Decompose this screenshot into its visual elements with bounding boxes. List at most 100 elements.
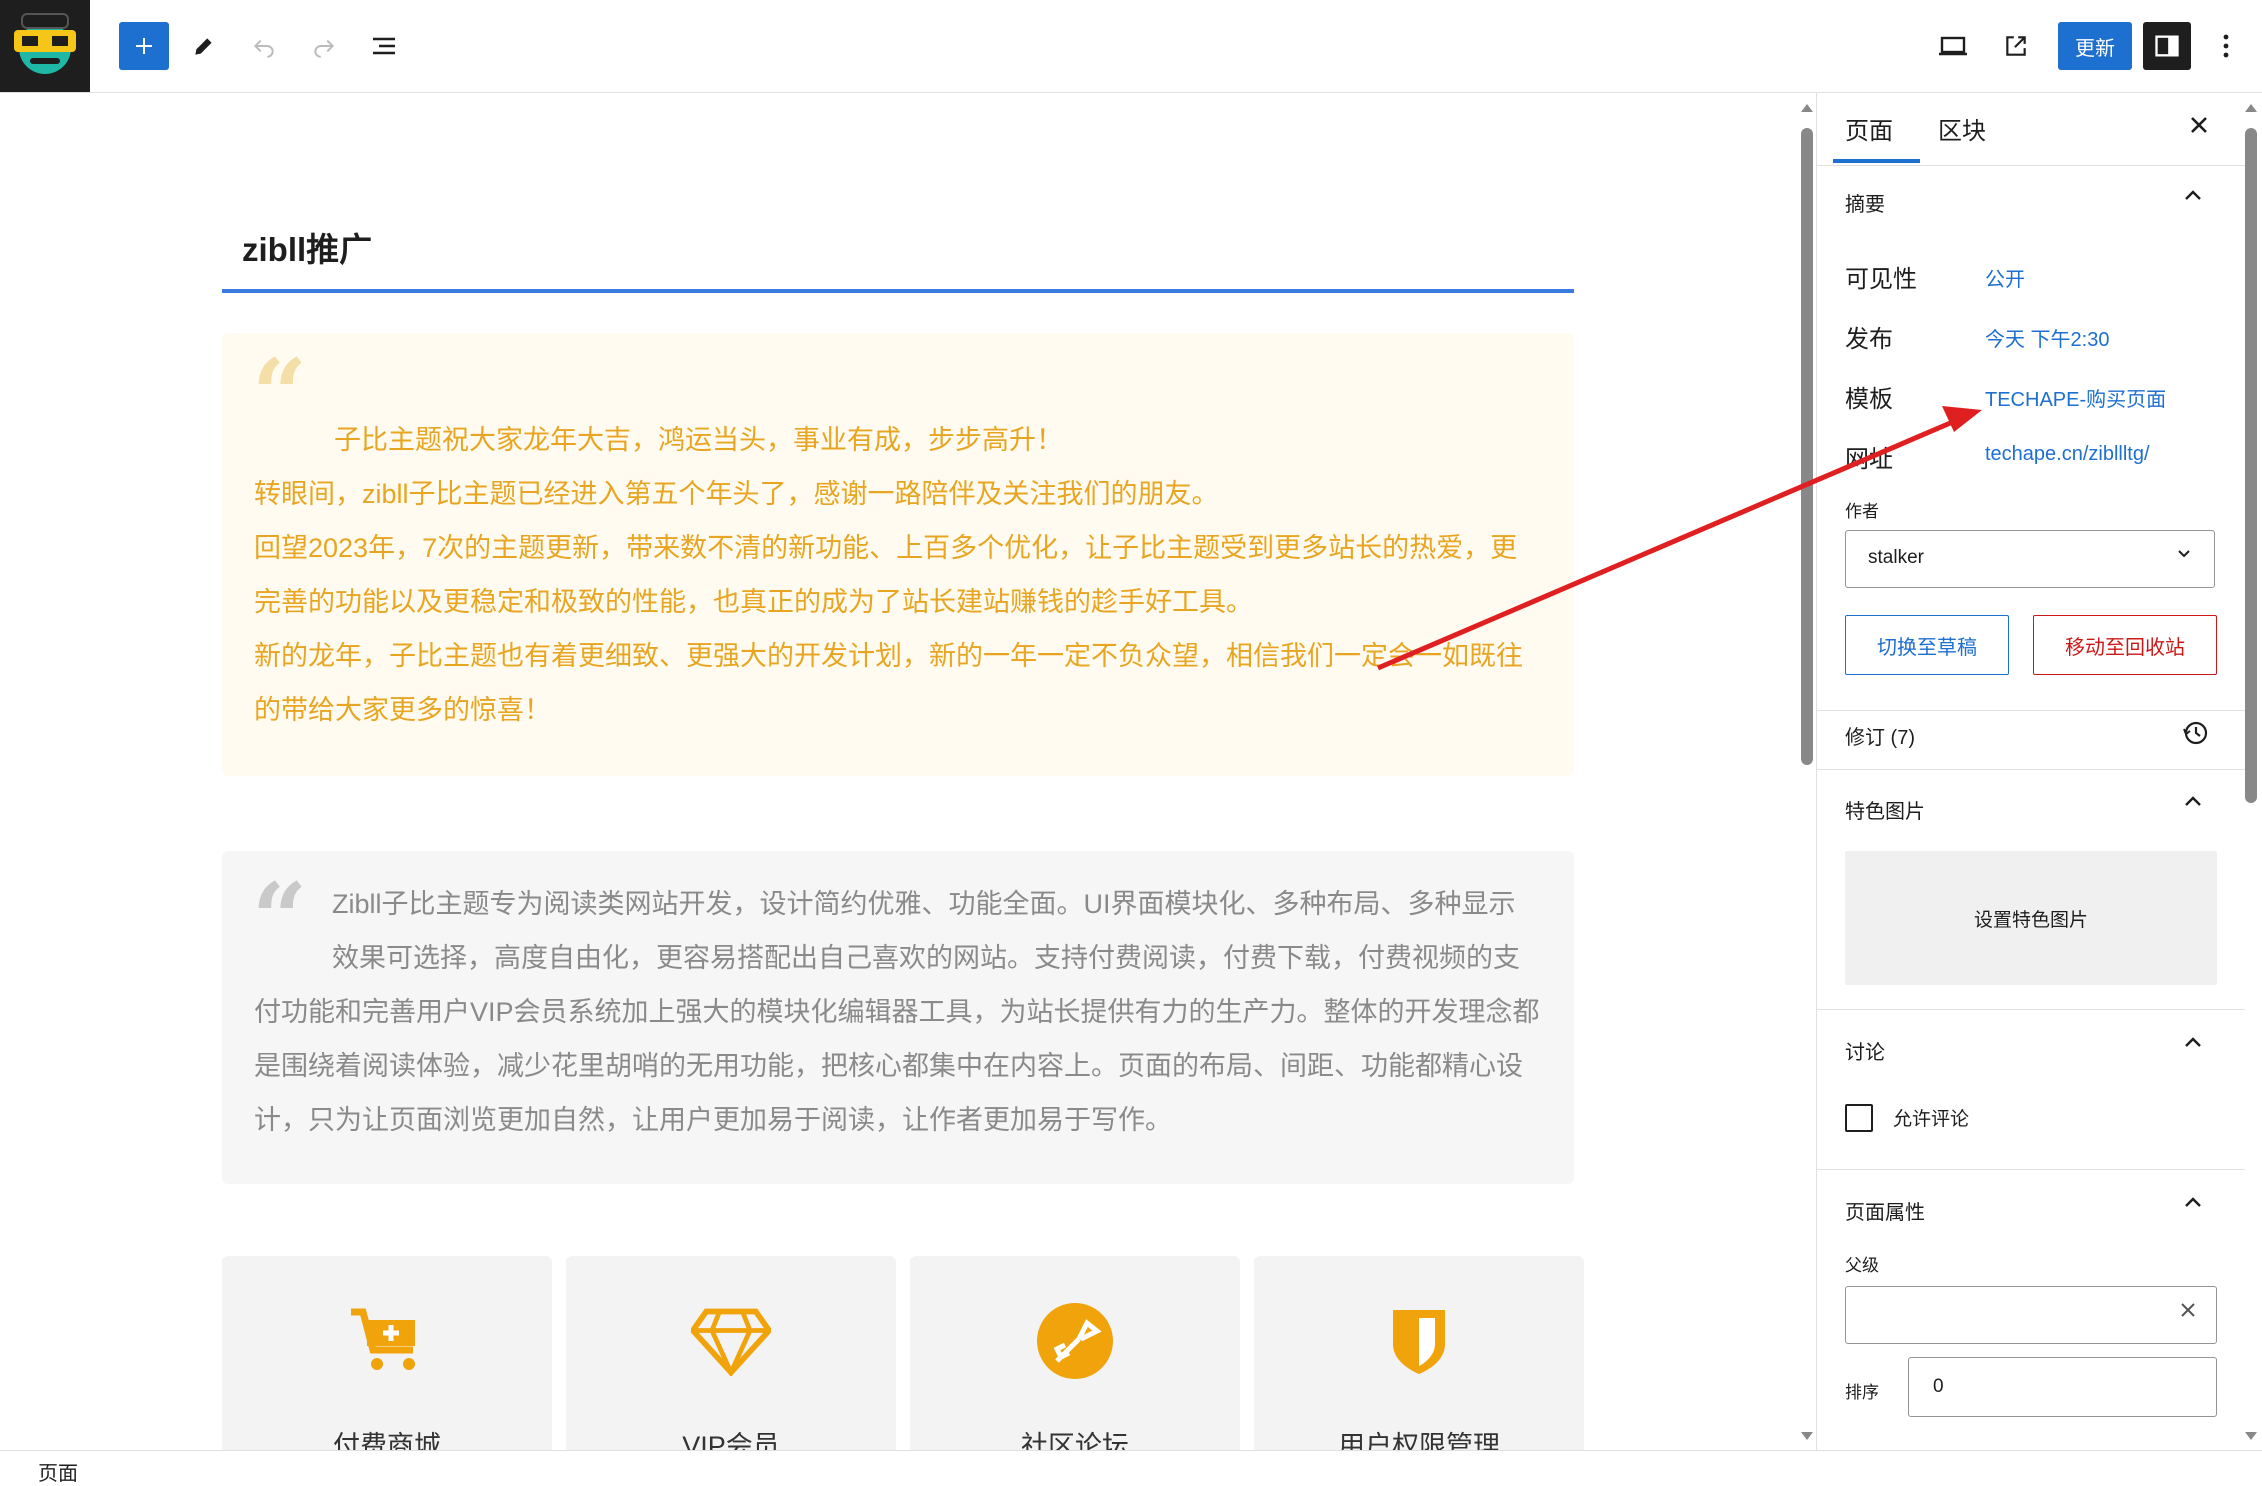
quote-line: 新的龙年，子比主题也有着更细致、更强大的开发计划，新的一年一定不负众望，相信我们… xyxy=(254,641,1523,671)
pencil-icon xyxy=(195,38,212,55)
chevron-up-icon[interactable] xyxy=(2182,1192,2204,1220)
tab-page[interactable]: 页面 xyxy=(1845,111,1893,146)
feature-card-permissions[interactable]: 用户权限管理 xyxy=(1254,1256,1584,1450)
parent-page-input[interactable] xyxy=(1845,1286,2217,1344)
allow-comments-label[interactable]: 允许评论 xyxy=(1893,1104,1969,1131)
settings-toggle-button[interactable] xyxy=(2143,22,2191,70)
url-link[interactable]: techape.cn/zibllltg/ xyxy=(1985,443,2150,466)
active-tab-indicator xyxy=(1833,159,1920,163)
author-select-value: stalker xyxy=(1868,547,1924,568)
external-link-icon xyxy=(2006,36,2026,56)
quote-line: 计，只为让页面浏览更加自然，让用户更加易于阅读，让作者更加易于写作。 xyxy=(254,1105,1172,1135)
publish-label: 发布 xyxy=(1845,326,1893,353)
diamond-icon xyxy=(691,1301,771,1381)
add-block-button[interactable] xyxy=(119,22,169,70)
summary-heading[interactable]: 摘要 xyxy=(1845,188,1885,217)
feature-card-forum[interactable]: 社区论坛 xyxy=(910,1256,1240,1450)
more-options-button[interactable] xyxy=(2202,22,2250,70)
quote-block-intro[interactable]: “ Zibll子比主题专为阅读类网站开发，设计简约优雅、功能全面。UI界面模块化… xyxy=(222,851,1574,1184)
order-input-value: 0 xyxy=(1933,1376,1944,1397)
quote-block-greeting[interactable]: “ 子比主题祝大家龙年大吉，鸿运当头，事业有成，步步高升！ 转眼间，zibll子… xyxy=(222,333,1574,776)
order-label: 排序 xyxy=(1845,1383,1879,1402)
sidebar-tabs: 页面 区块 xyxy=(1817,93,2245,166)
feature-card-shop[interactable]: 付费商城 xyxy=(222,1256,552,1450)
divider xyxy=(1817,710,2245,711)
chevron-up-icon[interactable] xyxy=(2182,791,2204,819)
switch-to-draft-button[interactable]: 切换至草稿 xyxy=(1845,615,2009,675)
visibility-link[interactable]: 公开 xyxy=(1985,263,2025,292)
url-label: 网址 xyxy=(1845,446,1893,473)
feature-card-label: 用户权限管理 xyxy=(1338,1431,1500,1450)
close-icon xyxy=(2191,117,2207,133)
page-attributes-heading[interactable]: 页面属性 xyxy=(1845,1196,1925,1225)
divider xyxy=(1817,769,2245,770)
quote-line: 是围绕着阅读体验，减少花里胡哨的无用功能，把核心都集中在内容上。页面的布局、间距… xyxy=(254,1051,1523,1081)
parent-label: 父级 xyxy=(1845,1256,1879,1275)
sidebar-scroll-thumb[interactable] xyxy=(2245,128,2257,803)
chevron-down-icon xyxy=(2174,543,2194,569)
shopping-cart-icon xyxy=(347,1301,427,1381)
publish-date-link[interactable]: 今天 下午2:30 xyxy=(1985,323,2109,352)
divider xyxy=(1817,1169,2245,1170)
quote-line: 的带给大家更多的惊喜！ xyxy=(254,695,551,725)
plus-icon xyxy=(136,38,152,54)
quote-line: 子比主题祝大家龙年大吉，鸿运当头，事业有成，步步高升！ xyxy=(334,425,1063,455)
author-select[interactable]: stalker xyxy=(1845,530,2215,588)
set-featured-image-button[interactable]: 设置特色图片 xyxy=(1845,851,2217,985)
tab-block[interactable]: 区块 xyxy=(1938,111,1986,146)
editor-canvas[interactable]: zibll推广 “ 子比主题祝大家龙年大吉，鸿运当头，事业有成，步步高升！ 转眼… xyxy=(0,93,1812,1450)
divider xyxy=(1817,1009,2245,1010)
top-toolbar: 更新 xyxy=(0,0,2262,93)
feature-card-label: 付费商城 xyxy=(333,1431,441,1450)
redo-button[interactable] xyxy=(300,22,348,70)
sidebar-toggle-icon xyxy=(2155,35,2179,57)
title-underline xyxy=(222,289,1574,293)
revisions-link[interactable]: 修订 (7) xyxy=(1845,721,1915,750)
move-to-trash-button[interactable]: 移动至回收站 xyxy=(2033,615,2217,675)
breadcrumb[interactable]: 页面 xyxy=(38,1457,78,1486)
feature-card-vip[interactable]: VIP会员 xyxy=(566,1256,896,1450)
preview-button[interactable] xyxy=(1992,22,2040,70)
quote-line: 转眼间，zibll子比主题已经进入第五个年头了，感谢一路陪伴及关注我们的朋友。 xyxy=(254,479,1219,509)
page-title[interactable]: zibll推广 xyxy=(242,223,372,271)
desktop-view-icon xyxy=(1939,36,1967,56)
tools-button[interactable] xyxy=(180,22,228,70)
redo-icon xyxy=(314,39,335,58)
settings-sidebar: 页面 区块 摘要 可见性 公开 发布 今天 下午2:30 模板 TECHAPE-… xyxy=(1816,93,2245,1450)
quote-line: 效果可选择，高度自由化，更容易搭配出自己喜欢的网站。支持付费阅读，付费下载，付费… xyxy=(332,943,1520,973)
update-button[interactable]: 更新 xyxy=(2058,22,2132,70)
editor-scroll-thumb[interactable] xyxy=(1801,128,1813,765)
list-view-icon xyxy=(373,37,395,55)
quote-line: 付功能和完善用户VIP会员系统加上强大的模块化编辑器工具，为站长提供有力的生产力… xyxy=(254,997,1540,1027)
history-icon[interactable] xyxy=(2182,719,2210,753)
author-label: 作者 xyxy=(1845,502,1879,521)
quote-line: 完善的功能以及更稳定和极致的性能，也真正的成为了站长建站赚钱的趁手好工具。 xyxy=(254,587,1253,617)
feature-card-label: VIP会员 xyxy=(682,1431,780,1450)
site-logo[interactable] xyxy=(0,0,90,92)
order-input[interactable]: 0 xyxy=(1908,1357,2217,1417)
list-view-button[interactable] xyxy=(360,22,408,70)
status-footer: 页面 xyxy=(0,1450,2262,1486)
feature-card-label: 社区论坛 xyxy=(1021,1431,1129,1450)
shield-icon xyxy=(1379,1301,1459,1381)
quote-line: Zibll子比主题专为阅读类网站开发，设计简约优雅、功能全面。UI界面模块化、多… xyxy=(332,889,1516,919)
more-vertical-icon xyxy=(2223,34,2229,58)
chevron-up-icon[interactable] xyxy=(2182,1032,2204,1060)
featured-image-heading[interactable]: 特色图片 xyxy=(1845,795,1925,824)
template-label: 模板 xyxy=(1845,386,1893,413)
feature-cards: 付费商城 VIP会员 社区论坛 用户权限管理 xyxy=(222,1256,1584,1450)
undo-button[interactable] xyxy=(240,22,288,70)
template-link[interactable]: TECHAPE-购买页面 xyxy=(1985,383,2166,412)
view-button[interactable] xyxy=(1929,22,1977,70)
visibility-label: 可见性 xyxy=(1845,266,1917,293)
quote-line: 回望2023年，7次的主题更新，带来数不清的新功能、上百多个优化，让子比主题受到… xyxy=(254,533,1518,563)
forum-icon xyxy=(1035,1301,1115,1381)
discussion-heading[interactable]: 讨论 xyxy=(1845,1036,1885,1065)
clear-icon[interactable] xyxy=(2178,1299,2198,1327)
quote-greeting-text[interactable]: 子比主题祝大家龙年大吉，鸿运当头，事业有成，步步高升！ 转眼间，zibll子比主… xyxy=(254,413,1544,737)
chevron-up-icon[interactable] xyxy=(2182,185,2204,213)
close-sidebar-button[interactable] xyxy=(2187,111,2211,145)
undo-icon xyxy=(253,39,274,58)
allow-comments-checkbox[interactable] xyxy=(1845,1104,1873,1132)
quote-intro-text[interactable]: Zibll子比主题专为阅读类网站开发，设计简约优雅、功能全面。UI界面模块化、多… xyxy=(254,877,1554,1147)
